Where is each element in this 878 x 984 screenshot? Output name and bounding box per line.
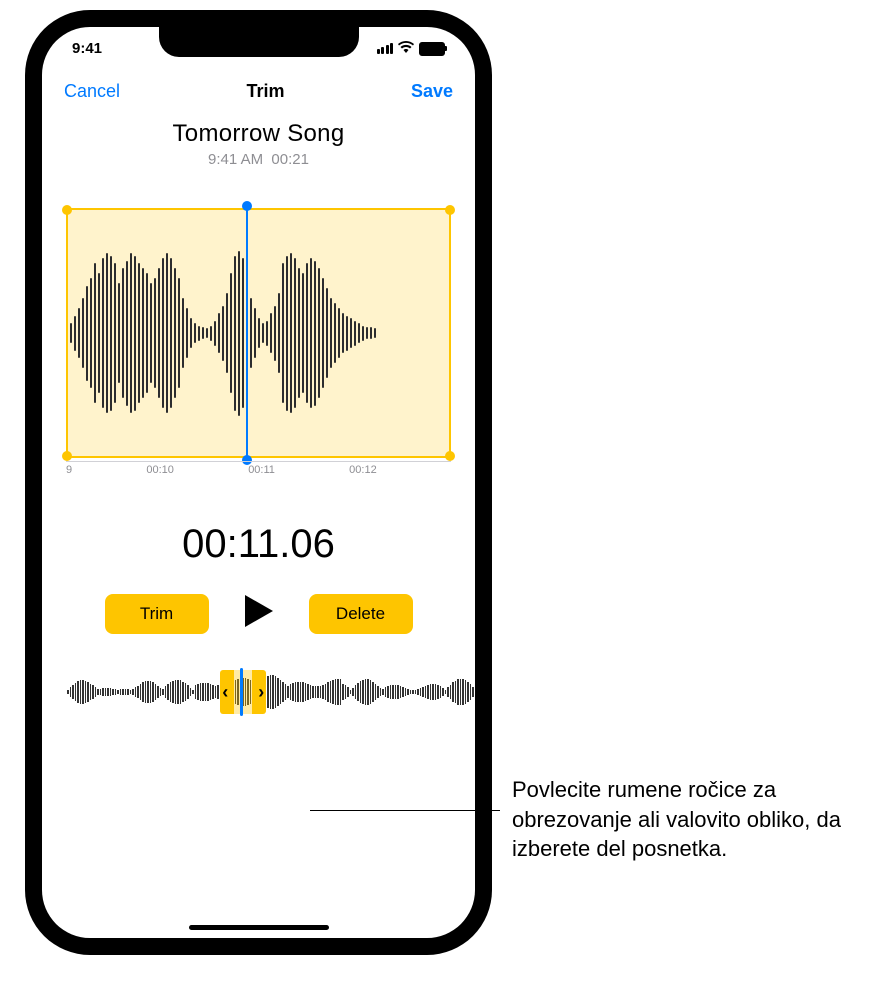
nav-title: Trim bbox=[246, 81, 284, 102]
overview-selection[interactable]: ‹ › bbox=[220, 670, 266, 714]
trim-handle-icon[interactable] bbox=[62, 205, 72, 215]
screen: 9:41 Cancel Trim Save Tomorrow Song 9:41… bbox=[42, 27, 475, 938]
waveform bbox=[70, 228, 447, 438]
volume-down bbox=[25, 282, 29, 337]
home-indicator[interactable] bbox=[189, 925, 329, 930]
current-time: 00:11.06 bbox=[42, 522, 475, 567]
controls: Trim Delete bbox=[42, 593, 475, 634]
recording-title: Tomorrow Song bbox=[42, 120, 475, 148]
status-time: 9:41 bbox=[72, 40, 102, 57]
battery-icon bbox=[419, 42, 445, 56]
cancel-button[interactable]: Cancel bbox=[64, 81, 120, 102]
recording-meta: 9:41 AM 00:21 bbox=[42, 151, 475, 168]
trim-button[interactable]: Trim bbox=[105, 594, 209, 634]
waveform-editor[interactable]: 900:1000:1100:12 bbox=[42, 208, 475, 488]
volume-up bbox=[25, 215, 29, 270]
iphone-frame: 9:41 Cancel Trim Save Tomorrow Song 9:41… bbox=[25, 10, 492, 955]
delete-button[interactable]: Delete bbox=[309, 594, 413, 634]
overview-playhead[interactable] bbox=[240, 668, 243, 716]
play-button[interactable] bbox=[243, 593, 275, 634]
callout-text: Povlecite rumene ročice za obrezovanje a… bbox=[512, 775, 842, 864]
notch bbox=[159, 27, 359, 57]
nav-bar: Cancel Trim Save bbox=[42, 57, 475, 112]
chevron-left-icon[interactable]: ‹ bbox=[222, 683, 228, 701]
trim-handle-icon[interactable] bbox=[62, 451, 72, 461]
trim-handle-icon[interactable] bbox=[445, 205, 455, 215]
wifi-icon bbox=[398, 40, 414, 57]
side-switch bbox=[25, 158, 29, 188]
playhead[interactable] bbox=[246, 206, 248, 460]
chevron-right-icon[interactable]: › bbox=[258, 683, 264, 701]
callout-leader bbox=[310, 810, 500, 811]
cellular-icon bbox=[377, 43, 394, 54]
save-button[interactable]: Save bbox=[411, 81, 453, 102]
trim-handle-icon[interactable] bbox=[445, 451, 455, 461]
overview-track[interactable]: ‹ › bbox=[67, 670, 450, 714]
timeline-ruler: 900:1000:1100:12 bbox=[66, 461, 451, 480]
